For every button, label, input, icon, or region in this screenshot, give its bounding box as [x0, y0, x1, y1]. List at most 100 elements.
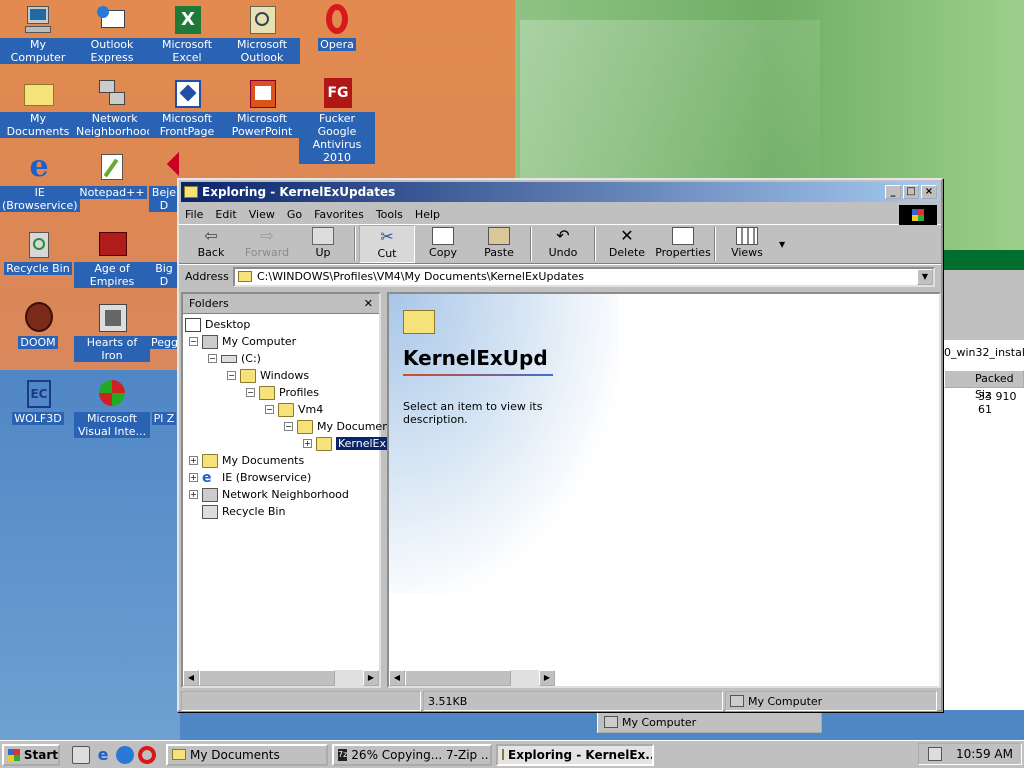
app-icon — [149, 302, 179, 334]
clock[interactable]: 10:59 AM — [956, 747, 1013, 761]
menu-help[interactable]: Help — [415, 208, 440, 221]
background-status-bar: My Computer — [597, 711, 822, 733]
background-column-header[interactable]: Packed Siz — [944, 370, 1024, 401]
desktop-icon-visual-interdev[interactable]: Microsoft Visual Inte... — [74, 378, 150, 438]
menu-go[interactable]: Go — [287, 208, 302, 221]
explorer-icon — [502, 749, 504, 760]
background-window-titlebar — [940, 250, 1024, 270]
tree-item-recycle-bin[interactable]: Recycle Bin — [202, 503, 285, 520]
scroll-right-icon[interactable]: ▶ — [539, 670, 555, 686]
desktop-icon-my-computer[interactable]: My Computer — [0, 4, 76, 64]
tree-item-desktop[interactable]: Desktop — [185, 316, 250, 333]
tree-item-my-computer[interactable]: − My Computer — [189, 333, 296, 350]
desktop-icon-opera[interactable]: Opera — [299, 4, 375, 51]
show-desktop-icon[interactable] — [72, 745, 90, 764]
desktop-icon-doom[interactable]: DOOM — [0, 302, 76, 349]
desktop-icon-ie[interactable]: e IE (Browservice) — [0, 152, 80, 212]
desktop-icon-wolf3d[interactable]: EC WOLF3D — [0, 378, 76, 425]
scroll-left-icon[interactable]: ◀ — [389, 670, 405, 686]
tree-item-profiles[interactable]: − Profiles — [246, 384, 319, 401]
content-hscrollbar[interactable]: ◀ ▶ — [389, 670, 555, 686]
collapse-icon[interactable]: − — [208, 354, 217, 363]
back-button[interactable]: ⇦ Back — [183, 225, 239, 263]
undo-button[interactable]: ↶ Undo — [535, 225, 591, 263]
forward-button[interactable]: ⇨ Forward — [239, 225, 295, 263]
scroll-thumb[interactable] — [405, 670, 511, 686]
tree-item-ie[interactable]: + e IE (Browservice) — [189, 469, 311, 486]
desktop-icon-frontpage[interactable]: Microsoft FrontPage — [149, 78, 225, 138]
cut-button[interactable]: ✂ Cut — [359, 225, 415, 263]
desktop-icon-outlook-express[interactable]: Outlook Express — [74, 4, 150, 64]
tree-item-kernelex[interactable]: + KernelEx — [303, 435, 389, 452]
desktop-icon-age-of-empires[interactable]: Age of Empires — [74, 228, 150, 288]
address-dropdown-icon[interactable]: ▼ — [917, 268, 933, 285]
collapse-icon[interactable]: − — [265, 405, 274, 414]
scroll-thumb[interactable] — [199, 670, 335, 686]
scroll-left-icon[interactable]: ◀ — [183, 670, 199, 686]
expand-icon[interactable]: + — [189, 456, 198, 465]
close-folders-icon[interactable]: ✕ — [364, 297, 373, 310]
desktop-icon-pl[interactable]: Pl Z — [149, 378, 179, 425]
collapse-icon[interactable]: − — [227, 371, 236, 380]
collapse-icon[interactable]: − — [284, 422, 293, 431]
menu-edit[interactable]: Edit — [215, 208, 236, 221]
desktop-icon-hearts-of-iron[interactable]: Hearts of Iron — [74, 302, 150, 362]
expand-icon[interactable]: + — [303, 439, 312, 448]
background-packed-size: 33 910 61 — [978, 390, 1017, 416]
paste-button[interactable]: Paste — [471, 225, 527, 263]
desktop-icon-notepad[interactable]: Notepad++ — [74, 152, 150, 199]
tree-item-vm4[interactable]: − Vm4 — [265, 401, 323, 418]
minimize-button[interactable]: _ — [885, 185, 901, 199]
forward-arrow-icon: ⇨ — [260, 226, 274, 245]
scroll-right-icon[interactable]: ▶ — [363, 670, 379, 686]
tree-item-c-drive[interactable]: − (C:) — [208, 350, 261, 367]
menu-view[interactable]: View — [249, 208, 275, 221]
desktop-icon-pegg[interactable]: Pegg — [149, 302, 179, 349]
start-button[interactable]: Start — [2, 743, 60, 766]
desktop-icon-powerpoint[interactable]: Microsoft PowerPoint — [224, 78, 300, 138]
views-button[interactable]: Views — [719, 225, 775, 263]
desktop-icon-bejeweled[interactable]: Beje D — [149, 152, 179, 212]
menu-file[interactable]: File — [185, 208, 203, 221]
copy-button[interactable]: Copy — [415, 225, 471, 263]
computer-icon — [202, 334, 218, 349]
close-button[interactable]: × — [921, 185, 937, 199]
menu-tools[interactable]: Tools — [376, 208, 403, 221]
collapse-icon[interactable]: − — [189, 337, 198, 346]
views-dropdown-icon[interactable]: ▼ — [779, 240, 785, 249]
folder-icon — [21, 78, 55, 110]
desktop-icon-my-documents[interactable]: My Documents — [0, 78, 76, 138]
tray-app-icon[interactable] — [928, 747, 943, 761]
delete-button[interactable]: ✕ Delete — [599, 225, 655, 263]
task-my-documents[interactable]: My Documents — [166, 743, 328, 766]
tree-item-network[interactable]: + Network Neighborhood — [189, 486, 349, 503]
expand-icon[interactable]: + — [189, 473, 198, 482]
opera-icon[interactable] — [138, 745, 156, 764]
desktop-icon-recycle-bin[interactable]: Recycle Bin — [0, 228, 76, 275]
maximize-button[interactable]: □ — [903, 185, 919, 199]
task-7zip[interactable]: 7z 26% Copying... 7-Zip ... — [332, 743, 492, 766]
window-titlebar[interactable]: Exploring - KernelExUpdates _ □ × — [181, 182, 939, 202]
tree-item-my-documents-nested[interactable]: − My Documen — [284, 418, 389, 435]
desktop-icon-network[interactable]: Network Neighborhood — [74, 78, 156, 138]
ie-icon[interactable]: e — [94, 745, 112, 764]
desktop-icon-excel[interactable]: X Microsoft Excel — [149, 4, 225, 64]
tree-item-my-documents[interactable]: + My Documents — [189, 452, 304, 469]
recycle-bin-icon — [21, 228, 55, 260]
address-input[interactable]: C:\WINDOWS\Profiles\VM4\My Documents\Ker… — [233, 266, 935, 287]
wolf3d-icon: EC — [21, 378, 55, 410]
desktop: My Computer Outlook Express X Microsoft … — [0, 0, 1024, 740]
desktop-icon-antivirus[interactable]: FG Fucker Google Antivirus 2010 — [299, 78, 375, 164]
task-exploring[interactable]: Exploring - KernelEx... — [496, 743, 654, 766]
properties-button[interactable]: Properties — [655, 225, 711, 263]
collapse-icon[interactable]: − — [246, 388, 255, 397]
desktop-icon-outlook[interactable]: Microsoft Outlook — [224, 4, 300, 64]
expand-icon[interactable]: + — [189, 490, 198, 499]
app-icon — [149, 228, 179, 260]
menu-favorites[interactable]: Favorites — [314, 208, 364, 221]
up-button[interactable]: Up — [295, 225, 351, 263]
folders-hscrollbar[interactable]: ◀ ▶ — [183, 670, 379, 686]
tree-item-windows[interactable]: − Windows — [227, 367, 309, 384]
desktop-icon-big[interactable]: Big D — [149, 228, 179, 288]
outlook-express-icon[interactable] — [116, 745, 134, 764]
